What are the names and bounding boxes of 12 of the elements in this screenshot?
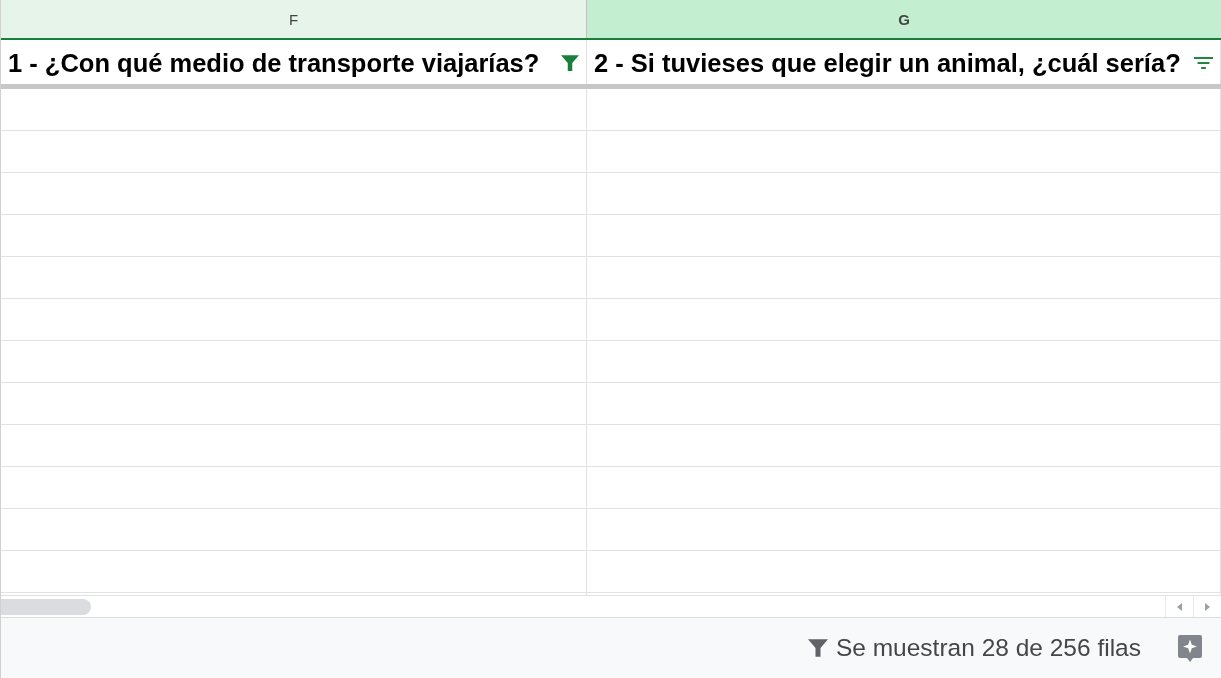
header-cell-text: 2 - Si tuvieses que elegir un animal, ¿cuál sería? [594, 48, 1182, 78]
scrollbar-thumb[interactable] [1, 598, 91, 615]
column-header[interactable]: G [587, 0, 1221, 38]
filter-summary[interactable]: Se muestran 28 de 256 filas [835, 634, 1141, 662]
sparkle-bubble-icon[interactable] [1178, 634, 1202, 662]
right-triangle-icon [1205, 602, 1210, 611]
funnel-icon[interactable] [561, 54, 579, 72]
left-triangle-icon [1177, 602, 1182, 611]
filter-icon[interactable] [1194, 57, 1213, 69]
funnel-icon [807, 638, 828, 658]
header-cell-text: 1 - ¿Con qué medio de transporte viajarías? [8, 48, 541, 78]
column-header[interactable]: F [1, 0, 587, 38]
